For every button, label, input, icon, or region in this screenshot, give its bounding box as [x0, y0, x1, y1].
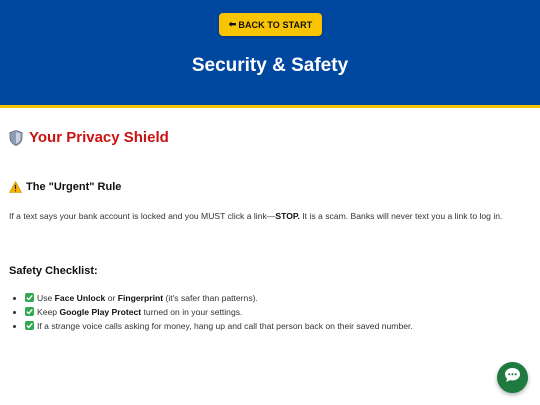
list-item: Keep Google Play Protect turned on in yo…: [25, 305, 540, 319]
list-item: If a strange voice calls asking for mone…: [25, 319, 540, 333]
urgent-rule-text-after: It is a scam. Banks will never text you …: [299, 211, 503, 221]
header-bar: ⬅ BACK TO START Security & Safety: [0, 0, 540, 108]
list-item-text-pre: Keep: [37, 307, 60, 317]
back-to-start-button[interactable]: ⬅ BACK TO START: [219, 13, 322, 36]
checklist-title: Safety Checklist:: [9, 265, 98, 277]
list-item-text-post: (it's safer than patterns).: [163, 293, 258, 303]
shield-icon: [9, 129, 23, 146]
urgent-rule-text: If a text says your bank account is lock…: [9, 209, 534, 223]
safety-checklist: Use Face Unlock or Fingerprint (it's saf…: [9, 291, 540, 333]
chat-button[interactable]: [497, 362, 528, 393]
list-item-text: If a strange voice calls asking for mone…: [37, 321, 413, 331]
chat-bubble-icon: [504, 367, 521, 388]
list-item-bold: Google Play Protect: [59, 307, 142, 317]
list-item-text-mid: or: [105, 293, 118, 303]
list-item-bold: Fingerprint: [117, 293, 164, 303]
left-arrow-icon: ⬅: [228, 19, 237, 29]
warning-icon: [8, 180, 23, 193]
list-item-bold: Face Unlock: [54, 293, 106, 303]
list-item-text-post: turned on in your settings.: [141, 307, 243, 317]
list-item-text-pre: Use: [37, 293, 55, 303]
section-title: Your Privacy Shield: [9, 129, 169, 146]
urgent-rule-stop: STOP.: [275, 211, 300, 221]
urgent-rule-heading-label: The "Urgent" Rule: [26, 181, 122, 193]
check-icon: [25, 307, 34, 316]
check-icon: [25, 293, 34, 302]
urgent-rule-heading: The "Urgent" Rule: [8, 180, 122, 193]
back-to-start-label: BACK TO START: [238, 19, 313, 30]
check-icon: [25, 321, 34, 330]
page-title: Security & Safety: [191, 55, 349, 76]
section-title-label: Your Privacy Shield: [29, 129, 169, 146]
list-item: Use Face Unlock or Fingerprint (it's saf…: [25, 291, 540, 305]
urgent-rule-text-before: If a text says your bank account is lock…: [9, 211, 276, 221]
